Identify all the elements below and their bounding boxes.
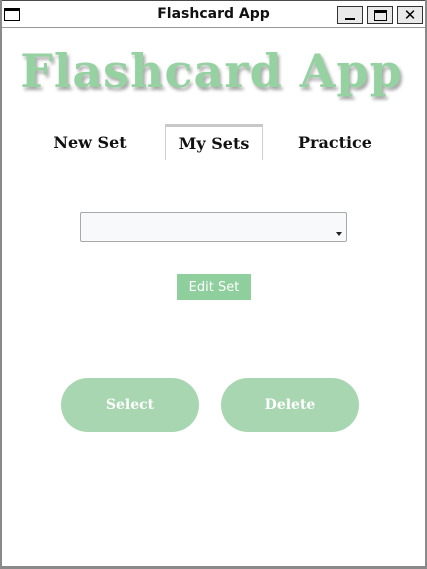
delete-button[interactable]: Delete	[221, 378, 359, 432]
tab-new-set[interactable]: New Set	[42, 124, 138, 160]
app-window: Flashcard App ✕ Flashcard App New Set My…	[0, 0, 427, 569]
tab-practice[interactable]: Practice	[286, 124, 384, 160]
set-select-dropdown[interactable]	[80, 212, 347, 242]
app-heading: Flashcard App	[20, 44, 403, 98]
close-button[interactable]: ✕	[397, 6, 423, 24]
maximize-icon	[373, 9, 387, 21]
close-icon: ✕	[403, 5, 417, 24]
title-bar[interactable]: Flashcard App ✕	[2, 0, 425, 28]
minimize-icon	[345, 18, 355, 20]
edit-set-button[interactable]: Edit Set	[177, 274, 251, 300]
minimize-button[interactable]	[337, 6, 363, 24]
select-button[interactable]: Select	[61, 378, 199, 432]
maximize-button[interactable]	[367, 6, 393, 24]
tab-my-sets[interactable]: My Sets	[165, 124, 263, 160]
chevron-down-icon	[336, 232, 342, 236]
